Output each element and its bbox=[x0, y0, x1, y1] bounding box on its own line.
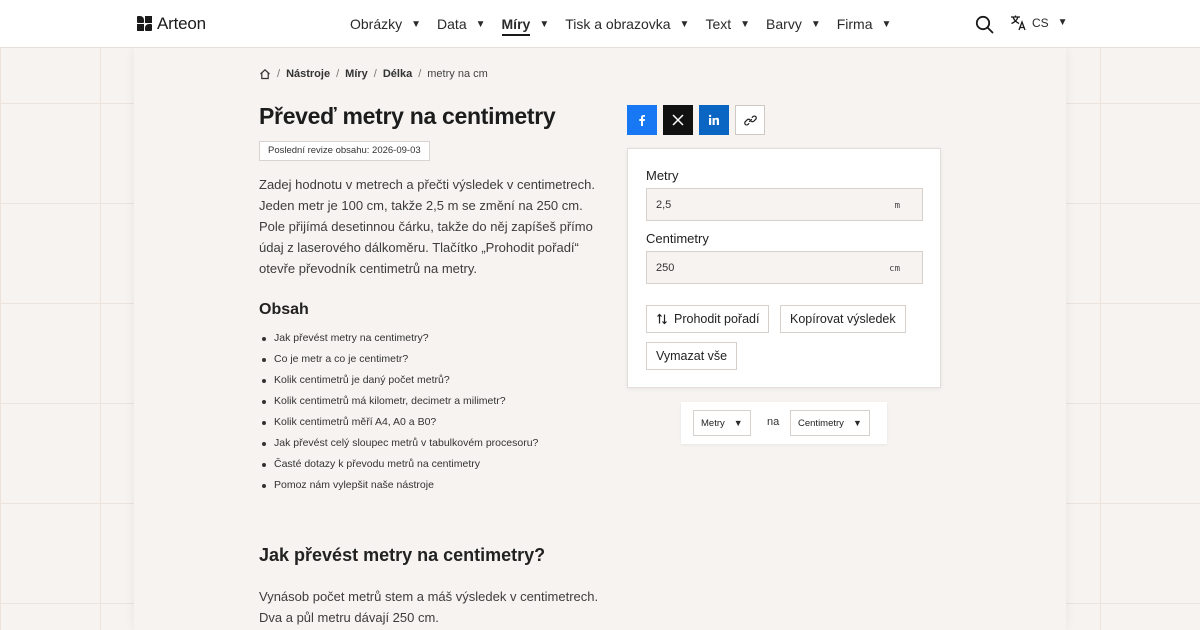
toc-item[interactable]: Kolik centimetrů měří A4, A0 a B0? bbox=[261, 412, 538, 433]
copy-link-button[interactable] bbox=[735, 105, 765, 135]
caret-down-icon: ▼ bbox=[475, 18, 486, 30]
centimeters-input[interactable] bbox=[647, 252, 867, 283]
facebook-icon bbox=[639, 115, 645, 126]
nav-item-tisk-a-obrazovka[interactable]: Tisk a obrazovka ▼ bbox=[565, 0, 689, 48]
logo-icon bbox=[137, 16, 153, 32]
from-unit-value: Metry bbox=[701, 417, 725, 429]
clear-all-label: Vymazat vše bbox=[656, 349, 728, 363]
search-button[interactable] bbox=[975, 15, 994, 34]
nav-item-obrazky[interactable]: Obrázky ▼ bbox=[350, 0, 421, 48]
toc-item[interactable]: Jak převést metry na centimetry? bbox=[261, 328, 538, 349]
nav-item-text[interactable]: Text ▼ bbox=[705, 0, 750, 48]
from-unit-select[interactable]: Metry ▼ bbox=[693, 410, 751, 436]
to-unit-select[interactable]: Centimetry ▼ bbox=[790, 410, 870, 436]
table-of-contents: Jak převést metry na centimetry? Co je m… bbox=[261, 328, 538, 496]
copy-result-label: Kopírovat výsledek bbox=[790, 312, 896, 326]
home-icon[interactable] bbox=[259, 68, 271, 80]
toc-item[interactable]: Kolik centimetrů je daný počet metrů? bbox=[261, 370, 538, 391]
toc-heading: Obsah bbox=[259, 301, 309, 318]
main-nav: Obrázky ▼ Data ▼ Míry ▼ Tisk a obrazovka ▼ T… bbox=[350, 0, 907, 48]
meters-unit: m bbox=[894, 201, 900, 211]
toc-item[interactable]: Pomoz nám vylepšit naše nástroje bbox=[261, 475, 538, 496]
share-x-button[interactable] bbox=[663, 105, 693, 135]
meters-field[interactable]: m bbox=[646, 188, 923, 221]
breadcrumb: / Nástroje / Míry / Délka / metry na cm bbox=[259, 68, 488, 80]
nav-item-label: Barvy bbox=[766, 16, 802, 32]
caret-down-icon: ▼ bbox=[1057, 17, 1068, 28]
caret-down-icon: ▼ bbox=[810, 18, 821, 30]
breadcrumb-current: metry na cm bbox=[427, 68, 488, 80]
caret-down-icon: ▼ bbox=[881, 18, 892, 30]
meters-label: Metry bbox=[646, 168, 679, 183]
nav-item-firma[interactable]: Firma ▼ bbox=[837, 0, 892, 48]
breadcrumb-link-miry[interactable]: Míry bbox=[345, 68, 368, 80]
brand-logo[interactable]: Arteon bbox=[137, 14, 206, 34]
top-navigation-bar: Arteon Obrázky ▼ Data ▼ Míry ▼ Tisk a obraz… bbox=[0, 0, 1200, 48]
meters-input[interactable] bbox=[647, 189, 867, 220]
nav-item-barvy[interactable]: Barvy ▼ bbox=[766, 0, 821, 48]
swap-order-label: Prohodit pořadí bbox=[674, 312, 760, 326]
swap-arrows-icon bbox=[657, 313, 667, 325]
breadcrumb-separator: / bbox=[373, 68, 377, 80]
nav-item-data[interactable]: Data ▼ bbox=[437, 0, 485, 48]
to-unit-value: Centimetry bbox=[798, 417, 844, 429]
unit-selector-bar: Metry ▼ na Centimetry ▼ bbox=[681, 402, 887, 444]
caret-down-icon: ▼ bbox=[733, 418, 743, 428]
share-linkedin-button[interactable] bbox=[699, 105, 729, 135]
toc-item[interactable]: Kolik centimetrů má kilometr, decimetr a… bbox=[261, 391, 538, 412]
section-paragraph: Vynásob počet metrů stem a máš výsledek … bbox=[259, 589, 599, 625]
breadcrumb-separator: / bbox=[277, 68, 281, 80]
nav-item-label: Tisk a obrazovka bbox=[565, 16, 671, 32]
caret-down-icon: ▼ bbox=[740, 18, 751, 30]
section-heading: Jak převést metry na centimetry? bbox=[259, 545, 546, 565]
x-icon bbox=[672, 114, 684, 126]
nav-item-label: Obrázky bbox=[350, 16, 403, 32]
caret-down-icon: ▼ bbox=[679, 18, 690, 30]
search-icon bbox=[975, 15, 994, 34]
page-title: Převeď metry na centimetry bbox=[259, 103, 556, 129]
centimeters-field[interactable]: cm bbox=[646, 251, 923, 284]
converter-panel: Metry m Centimetry cm Prohodit pořadí Ko… bbox=[627, 148, 941, 388]
share-facebook-button[interactable] bbox=[627, 105, 657, 135]
breadcrumb-separator: / bbox=[336, 68, 340, 80]
clear-all-button[interactable]: Vymazat vše bbox=[646, 342, 738, 370]
language-selector[interactable]: CS ▼ bbox=[1010, 14, 1068, 31]
breadcrumb-link-delka[interactable]: Délka bbox=[383, 68, 412, 80]
toc-item[interactable]: Časté dotazy k převodu metrů na centimet… bbox=[261, 454, 538, 475]
share-buttons bbox=[627, 105, 765, 135]
caret-down-icon: ▼ bbox=[411, 18, 422, 30]
language-code: CS bbox=[1032, 15, 1049, 30]
toc-item[interactable]: Co je metr a co je centimetr? bbox=[261, 349, 538, 370]
linkedin-icon bbox=[708, 114, 719, 125]
nav-item-label: Firma bbox=[836, 16, 873, 32]
intro-paragraph: Zadej hodnotu v metrech a přečti výslede… bbox=[259, 177, 595, 276]
breadcrumb-separator: / bbox=[418, 68, 422, 80]
nav-item-label: Data bbox=[437, 16, 467, 32]
caret-down-icon: ▼ bbox=[852, 418, 862, 428]
link-icon bbox=[743, 115, 757, 125]
centimeters-unit: cm bbox=[889, 264, 900, 274]
unit-joiner: na bbox=[767, 416, 780, 428]
nav-item-label: Míry bbox=[501, 16, 531, 36]
revision-badge: Poslední revize obsahu: 2026-09-03 bbox=[259, 141, 430, 161]
nav-item-miry[interactable]: Míry ▼ bbox=[501, 0, 550, 48]
brand-name: Arteon bbox=[157, 14, 206, 33]
copy-result-button[interactable]: Kopírovat výsledek bbox=[780, 305, 906, 333]
swap-order-button[interactable]: Prohodit pořadí bbox=[646, 305, 770, 333]
centimeters-label: Centimetry bbox=[646, 231, 709, 246]
breadcrumb-link-nastroje[interactable]: Nástroje bbox=[286, 68, 330, 80]
translate-icon bbox=[1011, 15, 1026, 31]
nav-item-label: Text bbox=[705, 16, 732, 32]
toc-item[interactable]: Jak převést celý sloupec metrů v tabulko… bbox=[261, 433, 538, 454]
caret-down-icon: ▼ bbox=[539, 18, 550, 30]
